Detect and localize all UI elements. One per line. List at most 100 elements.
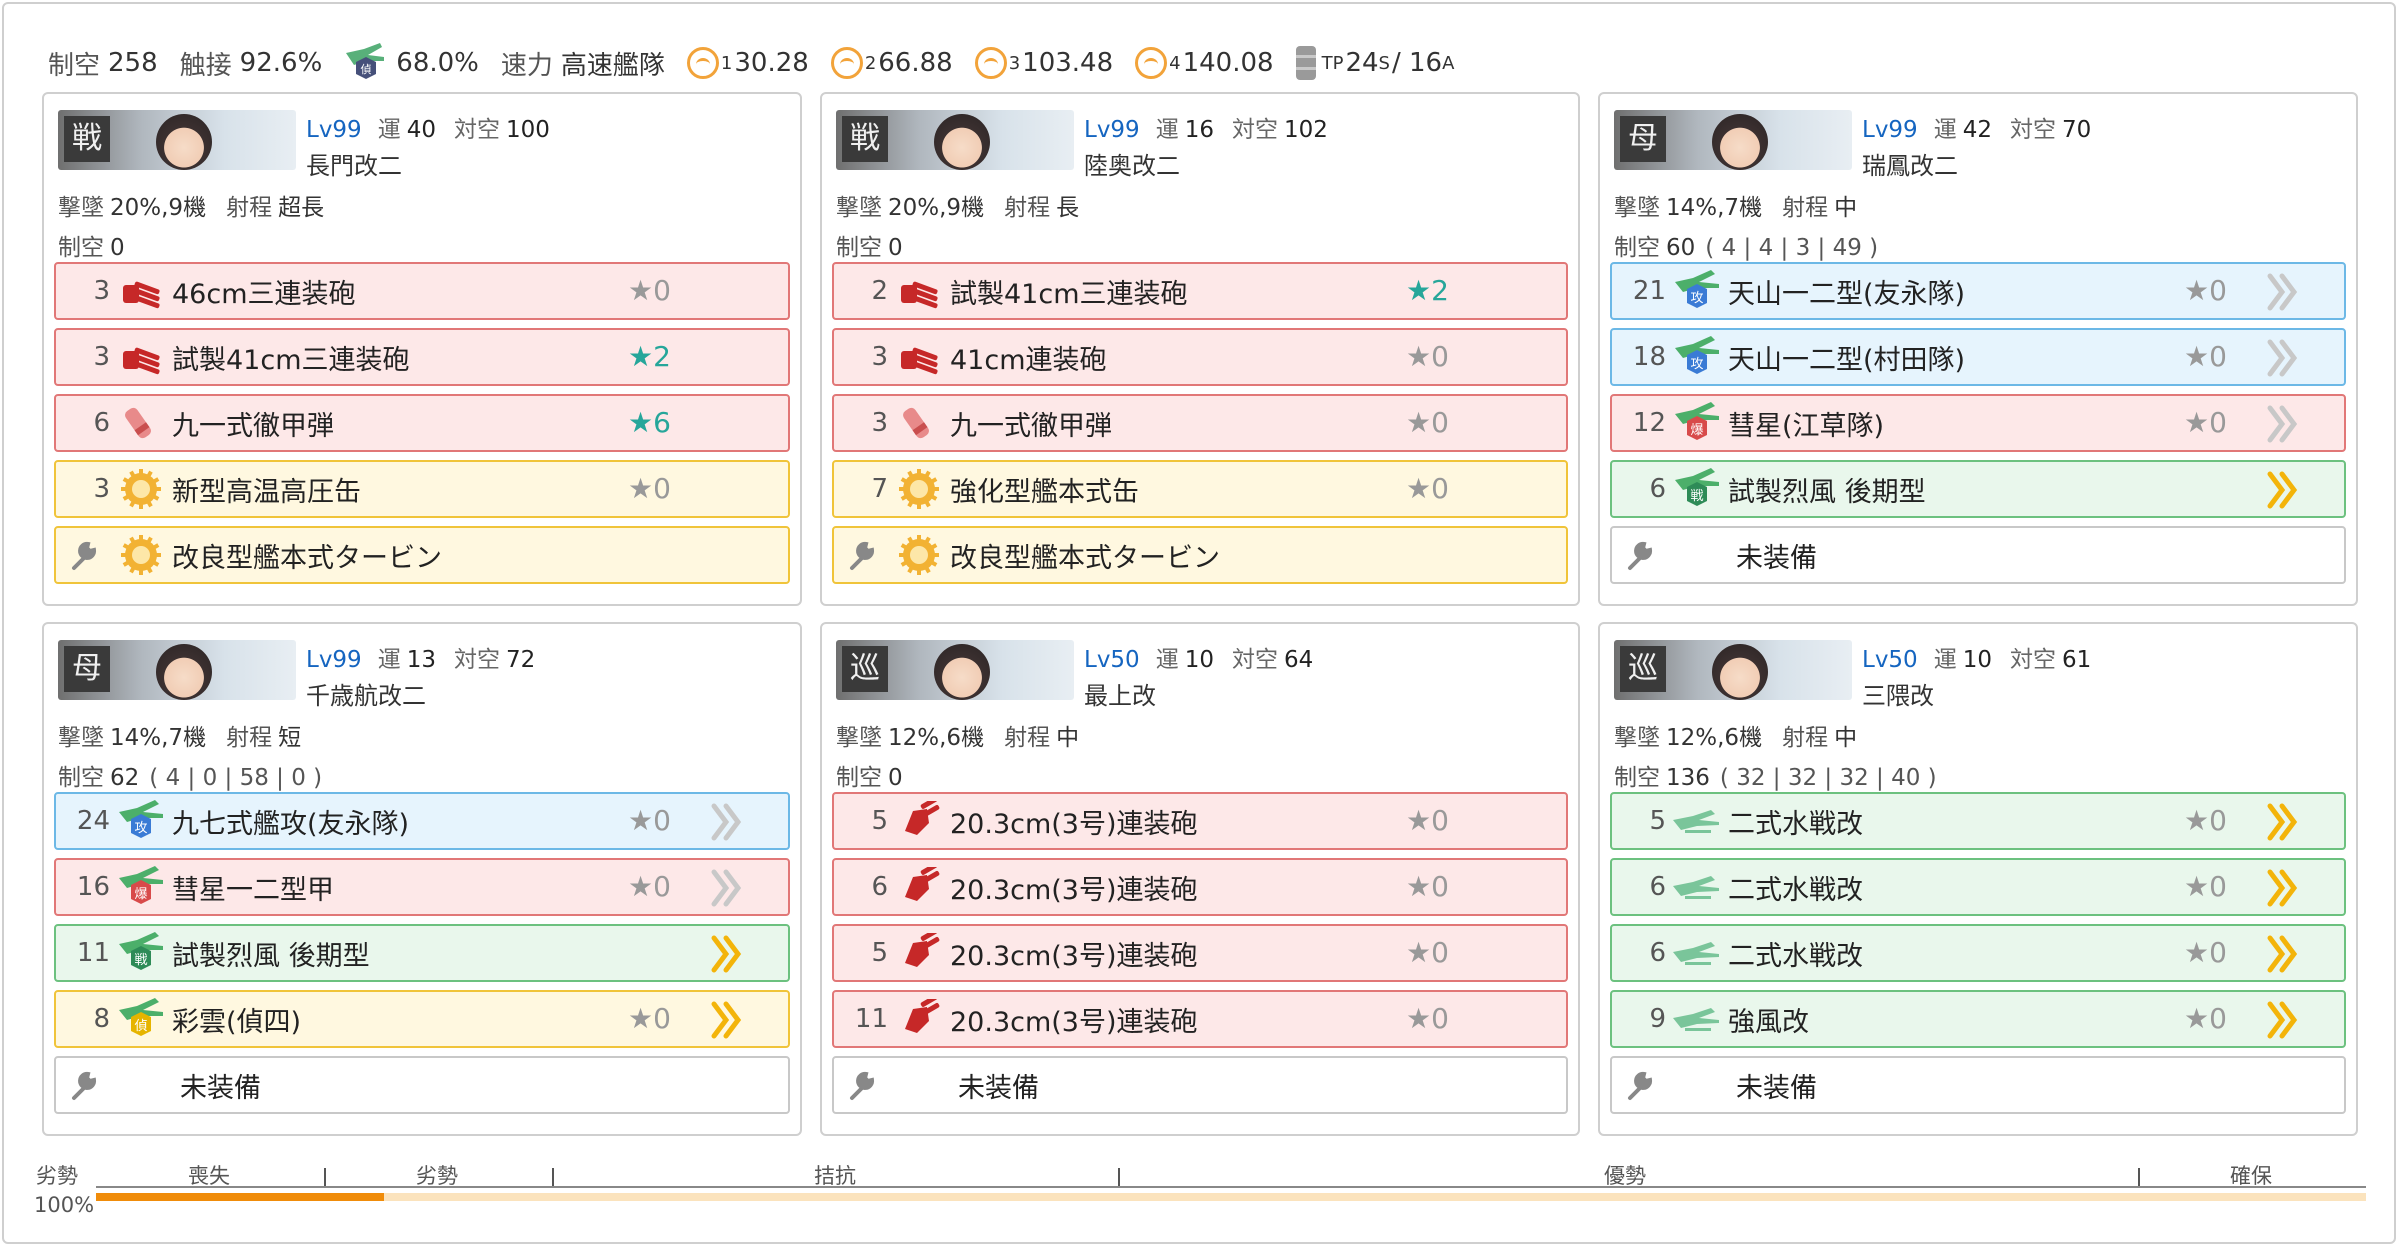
equipment-slot[interactable]: 未装備 [1610, 1056, 2346, 1114]
equipment-slot[interactable]: 3 新型高温高圧缶 ★0 [54, 460, 790, 518]
aa-label: 対空 [2009, 647, 2056, 673]
los-value-3: 103.48 [1022, 48, 1114, 78]
equipment-slot[interactable]: 未装備 [54, 1056, 790, 1114]
equipment-name: 41cm連装砲 [950, 344, 1107, 376]
equipment-slot[interactable]: 3 試製41cm三連装砲 ★2 [54, 328, 790, 386]
los-value-4: 140.08 [1182, 48, 1274, 78]
recon-value: 68.0% [396, 48, 479, 78]
medium-gun-icon [888, 862, 950, 912]
improvement-level: ★0 [1406, 472, 1449, 505]
air-power-label: 制空 [48, 50, 101, 81]
slot-count: 6 [1649, 872, 1666, 902]
equipment-slot[interactable]: 16 爆 彗星一二型甲 ★0 [54, 858, 790, 916]
ship-name[interactable]: 長門改二 [306, 146, 402, 181]
wrench-icon[interactable] [56, 1068, 110, 1102]
equipment-name: 彗星一二型甲 [172, 874, 334, 906]
wrench-icon[interactable] [834, 1068, 888, 1102]
equipment-slot[interactable]: 21 攻 天山一二型(友永隊) ★0 [1610, 262, 2346, 320]
equipment-slot[interactable]: 未装備 [1610, 526, 2346, 584]
ship-stats-row: 撃墜 14%,7機 射程短 [58, 718, 321, 752]
slot-count: 5 [871, 806, 888, 836]
equipment-name: 新型高温高圧缶 [172, 476, 361, 508]
ship-card: 巡 Lv50 運 10 対空 61 三隈改 撃墜 12%,6機 射程中制空 136 ( 32 | 32… [1598, 622, 2358, 1136]
shootdown-value: 14%,7機 [1666, 195, 1763, 221]
equipment-slot[interactable]: 6 戦 試製烈風 後期型 [1610, 460, 2346, 518]
svg-text:戦: 戦 [134, 953, 147, 968]
equipment-slot[interactable]: 8 偵 彩雲(偵四) ★0 [54, 990, 790, 1048]
luck-label: 運 [1933, 117, 1957, 143]
improvement-level: ★2 [1406, 274, 1449, 307]
ship-stats-row: 撃墜 14%,7機 射程中 [1614, 188, 1877, 222]
range-value: 長 [1056, 195, 1080, 221]
ship-level-row: Lv50 運 10 対空 64 [1084, 640, 1331, 674]
equipment-slot[interactable]: 3 46cm三連装砲 ★0 [54, 262, 790, 320]
improvement-level: ★0 [628, 274, 671, 307]
seaplane-fighter-icon [1666, 796, 1728, 846]
equipment-slot[interactable]: 改良型艦本式タービン [832, 526, 1568, 584]
equipment-slot[interactable]: 11 20.3cm(3号)連装砲 ★0 [832, 990, 1568, 1048]
recon-plane-icon: 偵 [110, 994, 172, 1044]
equipment-name: 46cm三連装砲 [172, 278, 356, 310]
air-power-label: 制空 [58, 765, 104, 791]
svg-text:攻: 攻 [134, 821, 147, 836]
ship-level-row: Lv99 運 40 対空 100 [306, 110, 568, 144]
ship-name[interactable]: 三隈改 [1862, 676, 1934, 711]
slot-air-breakdown: ( 4 | 4 | 3 | 49 ) [1705, 235, 1879, 261]
ship-level: Lv99 [306, 117, 362, 143]
dive-bomber-icon: 爆 [110, 862, 172, 912]
equipment-slot[interactable]: 24 攻 九七式艦攻(友永隊) ★0 [54, 792, 790, 850]
proficiency-chevron-icon [2262, 868, 2302, 908]
range-value: 中 [1834, 725, 1858, 751]
tp-s-rank: S [1378, 52, 1390, 74]
aa-value: 100 [505, 117, 550, 143]
equipment-slot[interactable]: 改良型艦本式タービン [54, 526, 790, 584]
empty-slot-spacer [1666, 530, 1736, 580]
aa-value: 72 [505, 647, 536, 673]
equipment-slot[interactable]: 5 20.3cm(3号)連装砲 ★0 [832, 924, 1568, 982]
equipment-name: 20.3cm(3号)連装砲 [950, 1006, 1198, 1038]
equipment-slot[interactable]: 6 二式水戦改 ★0 [1610, 858, 2346, 916]
equipment-slot[interactable]: 3 41cm連装砲 ★0 [832, 328, 1568, 386]
wrench-icon[interactable] [56, 538, 110, 572]
air-segment-tick [324, 1168, 326, 1186]
wrench-icon[interactable] [834, 538, 888, 572]
ship-name[interactable]: 陸奥改二 [1084, 146, 1180, 181]
slot-count: 3 [871, 408, 888, 438]
aa-label: 対空 [453, 117, 500, 143]
ship-name[interactable]: 最上改 [1084, 676, 1156, 711]
wrench-icon[interactable] [1612, 538, 1666, 572]
ship-air-row: 制空 60 ( 4 | 4 | 3 | 49 ) [1614, 228, 1878, 262]
equipment-slot[interactable]: 12 爆 彗星(江草隊) ★0 [1610, 394, 2346, 452]
los-icon [974, 47, 1007, 79]
aa-value: 70 [2061, 117, 2092, 143]
equipment-slot[interactable]: 5 二式水戦改 ★0 [1610, 792, 2346, 850]
equipment-slot[interactable]: 18 攻 天山一二型(村田隊) ★0 [1610, 328, 2346, 386]
los-factor-3: 3 [1008, 52, 1021, 74]
ship-name[interactable]: 瑞鳳改二 [1862, 146, 1958, 181]
los-value-2: 66.88 [878, 48, 953, 78]
wrench-icon[interactable] [1612, 1068, 1666, 1102]
proficiency-chevron-icon [706, 1000, 746, 1040]
equipment-slot[interactable]: 11 戦 試製烈風 後期型 [54, 924, 790, 982]
improvement-level: ★0 [1406, 406, 1449, 439]
tp-s-value: 24 [1345, 48, 1379, 78]
proficiency-chevron-icon [2262, 272, 2302, 312]
equipment-name: 20.3cm(3号)連装砲 [950, 874, 1198, 906]
equipment-slot[interactable]: 未装備 [832, 1056, 1568, 1114]
equipment-slot[interactable]: 2 試製41cm三連装砲 ★2 [832, 262, 1568, 320]
air-segment-tick [552, 1168, 554, 1186]
equipment-name: 試製41cm三連装砲 [950, 278, 1188, 310]
ship-stats-row: 撃墜 20%,9機 射程長 [836, 188, 1099, 222]
ship-portrait [1712, 644, 1768, 700]
equipment-slot[interactable]: 9 強風改 ★0 [1610, 990, 2346, 1048]
equipment-slot[interactable]: 5 20.3cm(3号)連装砲 ★0 [832, 792, 1568, 850]
ship-card: 母 Lv99 運 42 対空 70 瑞鳳改二 撃墜 14%,7機 射程中制空 60 ( 4 | 4 |… [1598, 92, 2358, 606]
equipment-slot[interactable]: 6 九一式徹甲弾 ★6 [54, 394, 790, 452]
air-state-fill [96, 1193, 385, 1201]
main-gun-icon [110, 332, 172, 382]
equipment-slot[interactable]: 7 強化型艦本式缶 ★0 [832, 460, 1568, 518]
ship-name[interactable]: 千歳航改二 [306, 676, 426, 711]
equipment-slot[interactable]: 3 九一式徹甲弾 ★0 [832, 394, 1568, 452]
equipment-slot[interactable]: 6 20.3cm(3号)連装砲 ★0 [832, 858, 1568, 916]
equipment-slot[interactable]: 6 二式水戦改 ★0 [1610, 924, 2346, 982]
